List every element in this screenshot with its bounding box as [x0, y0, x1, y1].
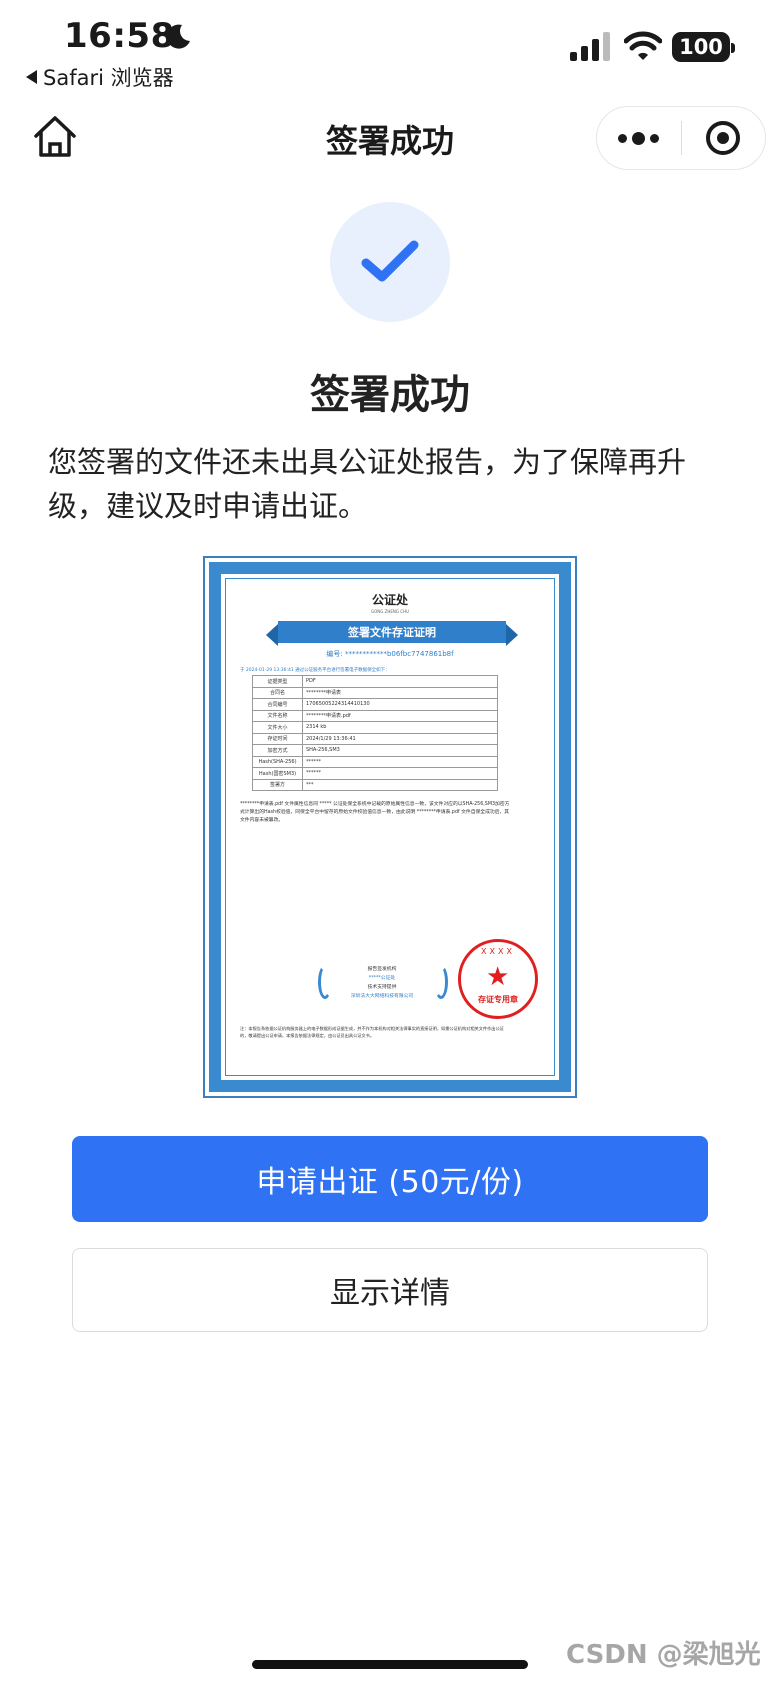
close-capsule-icon[interactable] — [682, 107, 766, 169]
status-time: 16:58 — [64, 16, 175, 56]
cert-issuer: 报告签发机构 *****公证处 技术支持提供 深圳法大大网络科技有限公司 — [322, 965, 442, 1001]
table-row: Hash(国密SM3) ****** — [252, 767, 498, 780]
back-app-label: Safari 浏览器 — [43, 66, 174, 90]
issuer-name: *****公证处 — [368, 976, 396, 981]
tech-name: 深圳法大大网络科技有限公司 — [350, 994, 414, 999]
cert-footnote: 注：本报告系依据公证机构服务器上的电子数据形成证据生成，并不作为本机构对相关法律… — [240, 1026, 504, 1038]
table-row: 签署方 *** — [252, 778, 498, 791]
tech-label: 技术支持提供 — [367, 985, 397, 990]
navigation-bar: 签署成功 — [0, 100, 780, 190]
status-bar: 16:58 Safari 浏览器 100 — [0, 0, 780, 100]
seal-top-text: XXXX — [481, 947, 515, 956]
table-row: 文件名称 ********申请表.pdf — [252, 709, 498, 722]
cert-intro: 于 2024-01-29 13:36:41 通过公证服务平台进行签署电子数据保全… — [240, 668, 390, 673]
table-row: 加密方式 SHA-256,SM3 — [252, 744, 498, 757]
back-arrow-icon — [26, 70, 37, 84]
moon-icon — [166, 24, 190, 49]
table-row: Hash(SHA-256) ****** — [252, 755, 498, 768]
seal-text: 存证专用章 — [478, 995, 518, 1004]
apply-certificate-button[interactable]: 申请出证 (50元/份) — [72, 1136, 708, 1222]
table-row: 存证时间 2024/1/29 13:36:41 — [252, 732, 498, 745]
mini-program-capsule — [596, 106, 766, 170]
checkmark-icon — [361, 240, 419, 282]
cert-ribbon: 签署文件存证证明 — [266, 621, 518, 646]
issuer-label: 报告签发机构 — [367, 967, 397, 972]
table-row: 合同名 ********申请表 — [252, 686, 498, 699]
cert-pinyin: GONG ZHENG CHU — [371, 609, 409, 614]
table-row: 证据类型 PDF — [252, 675, 498, 688]
success-badge — [330, 202, 450, 322]
cert-header: 公证处 — [371, 593, 408, 607]
notice-text: 您签署的文件还未出具公证处报告，为了保障再升级，建议及时申请出证。 — [48, 445, 687, 523]
star-icon: ★ — [486, 962, 510, 992]
back-to-safari-link[interactable]: Safari 浏览器 — [26, 62, 174, 92]
success-title: 签署成功 — [310, 372, 470, 418]
cellular-signal-icon — [570, 32, 610, 61]
wifi-icon — [624, 31, 662, 60]
official-seal: XXXX ★ 存证专用章 — [458, 939, 538, 1019]
certificate-preview[interactable]: 公证处 GONG ZHENG CHU 签署文件存证证明 编号: ********… — [203, 556, 577, 1098]
watermark: CSDN @梁旭光 — [566, 1640, 761, 1670]
show-details-button[interactable]: 显示详情 — [72, 1248, 708, 1332]
home-indicator[interactable] — [252, 1660, 528, 1669]
cert-statement: ********申请表.pdf 文件属性信息同 ***** 公证处保全系统中记载… — [240, 802, 510, 823]
certificate-body: 公证处 GONG ZHENG CHU 签署文件存证证明 编号: ********… — [225, 578, 555, 1076]
cert-table: 证据类型 PDF 合同名 ********申请表 合同编号 1706500522431… — [252, 675, 498, 791]
table-row: 合同编号 17065005224314410130 — [252, 698, 498, 711]
cert-number: 编号: ************b06fbc7747861b8f — [326, 650, 454, 658]
more-icon[interactable] — [597, 107, 681, 169]
table-row: 文件大小 2314 kb — [252, 721, 498, 734]
battery-indicator: 100 — [672, 32, 735, 62]
